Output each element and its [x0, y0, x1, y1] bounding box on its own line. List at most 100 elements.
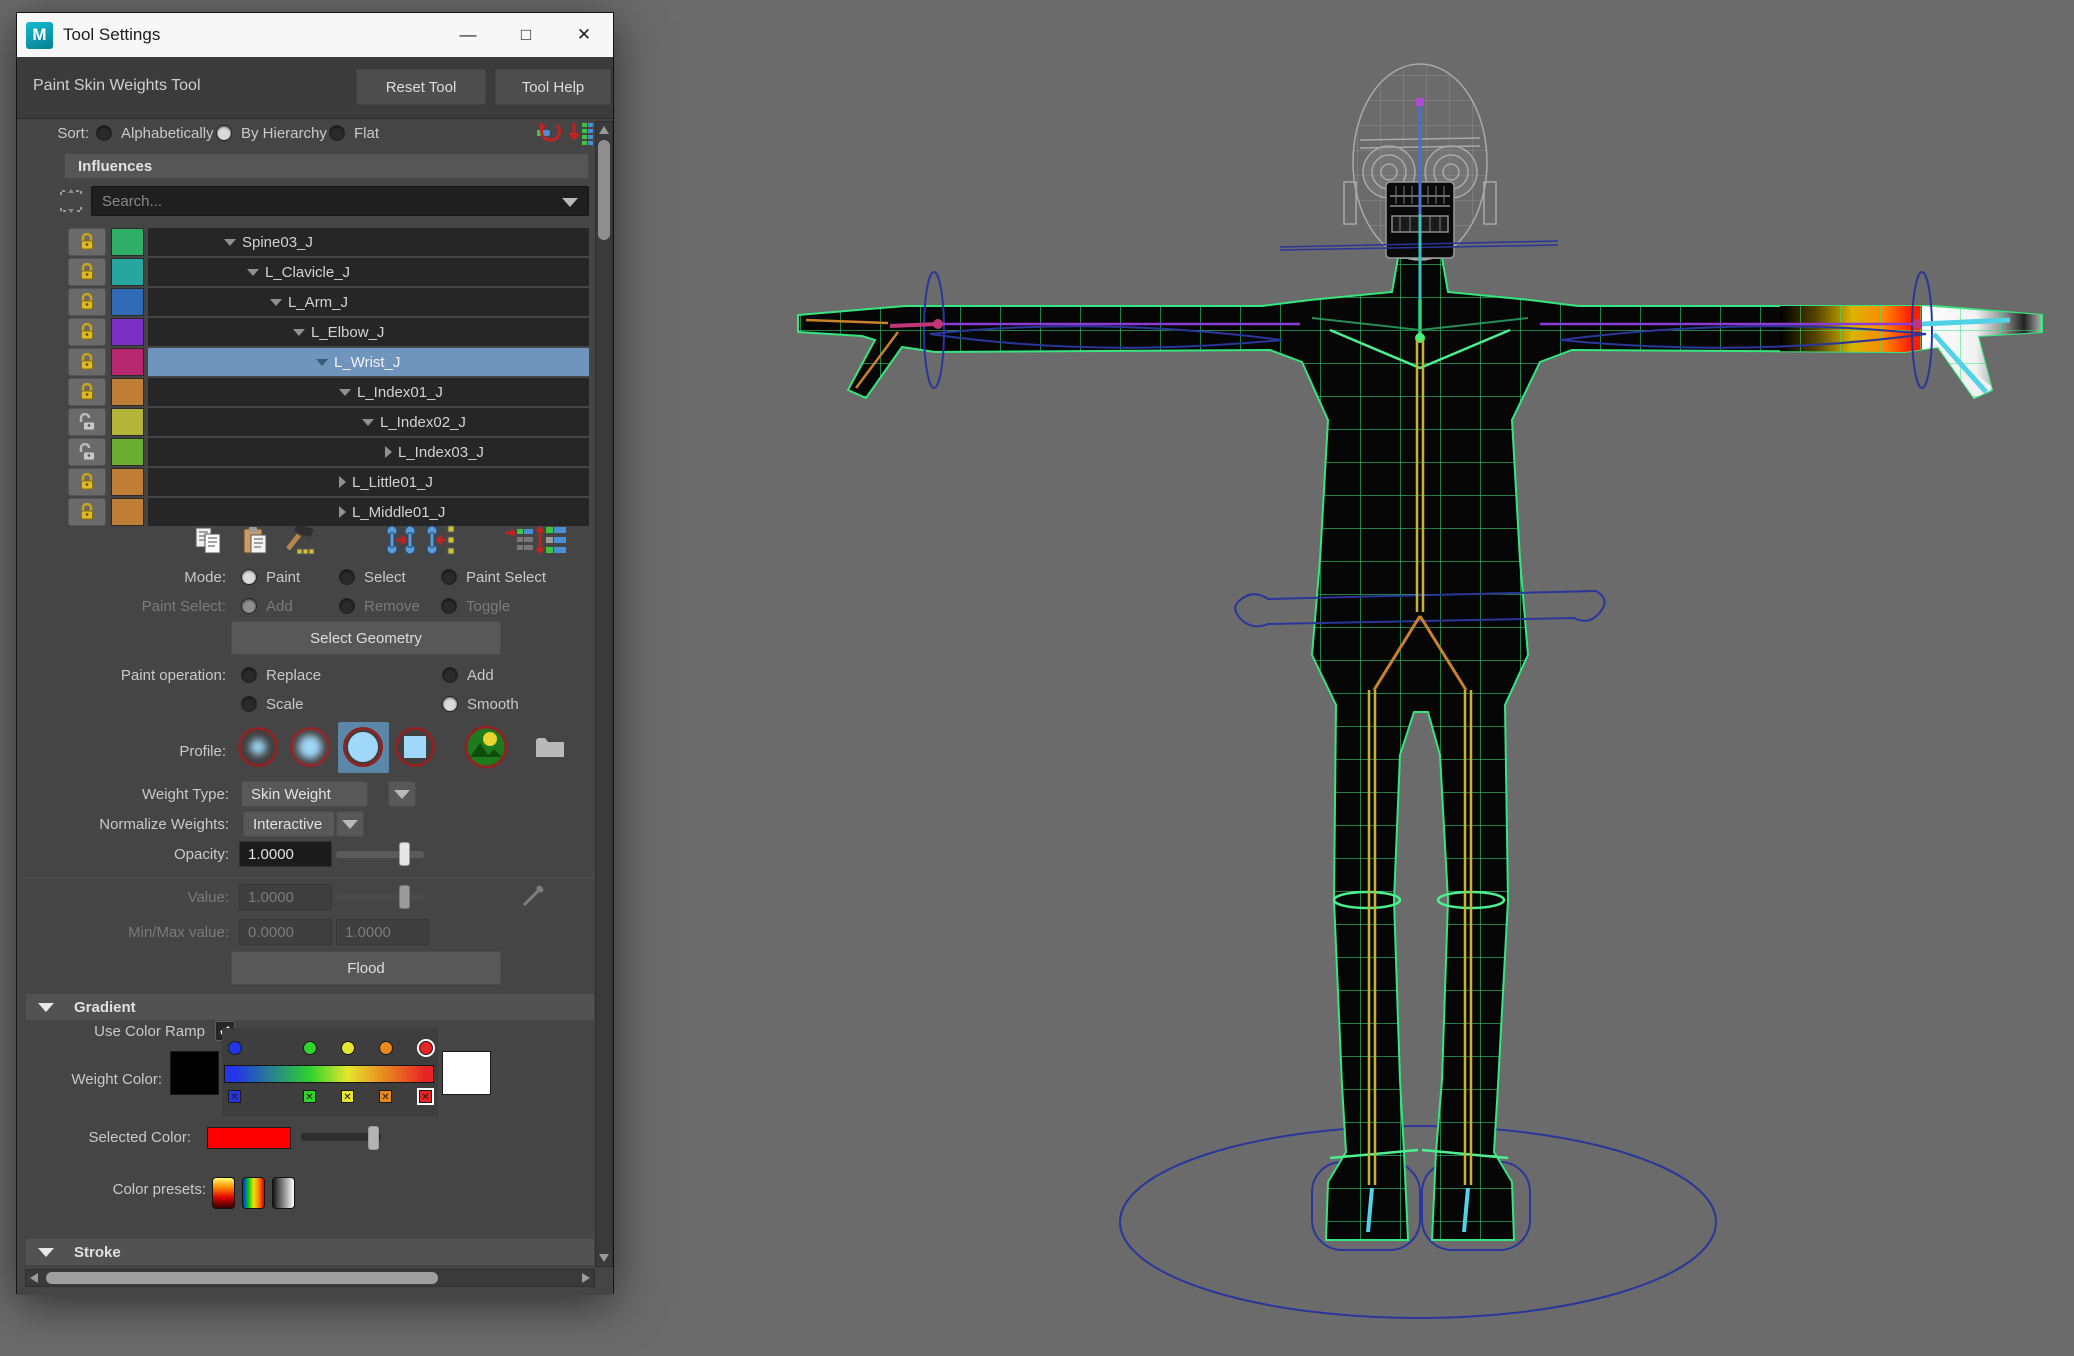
influence-name-cell[interactable]: L_Index03_J	[148, 438, 589, 466]
normalize-weights-dropdown-button[interactable]	[336, 811, 364, 837]
influence-lock-button-locked[interactable]	[68, 258, 106, 286]
opacity-input[interactable]	[239, 841, 332, 867]
influence-lock-button-locked[interactable]	[68, 318, 106, 346]
influence-color-swatch[interactable]	[111, 348, 144, 376]
mode-option-paint-select[interactable]: Paint Select	[441, 566, 546, 588]
mode-option-select[interactable]: Select	[339, 566, 406, 588]
ramp-stop-interp-box[interactable]: ✕	[228, 1090, 241, 1103]
radio-unselected-icon[interactable]	[329, 125, 345, 141]
influence-lock-button-locked[interactable]	[68, 348, 106, 376]
color-preset-grayscale[interactable]	[272, 1177, 295, 1209]
influence-name-cell[interactable]: L_Middle01_J	[148, 498, 589, 526]
ramp-stop-interp-box[interactable]: ✕	[341, 1090, 354, 1103]
ramp-stop-handle[interactable]	[341, 1041, 355, 1055]
radio-unselected-icon[interactable]	[442, 667, 458, 683]
sort-option-by-hierarchy[interactable]: By Hierarchy	[216, 122, 327, 144]
influence-row-L_Little01_J[interactable]: L_Little01_J	[64, 468, 589, 496]
influence-lock-button-locked[interactable]	[68, 378, 106, 406]
influence-color-swatch[interactable]	[111, 258, 144, 286]
weight-type-dropdown-button[interactable]	[388, 781, 416, 807]
influence-color-swatch[interactable]	[111, 408, 144, 436]
ramp-stop-handle-selected[interactable]	[419, 1041, 433, 1055]
copy-influence-icon[interactable]	[194, 526, 224, 554]
ramp-start-color-swatch[interactable]	[170, 1051, 219, 1095]
ramp-stop-interp-box[interactable]: ✕	[303, 1090, 316, 1103]
influence-row-L_Clavicle_J[interactable]: L_Clavicle_J	[64, 258, 589, 286]
radio-unselected-icon[interactable]	[241, 667, 257, 683]
paste-influence-icon[interactable]	[241, 526, 269, 554]
ramp-end-color-swatch[interactable]	[442, 1051, 491, 1095]
radio-unselected-icon[interactable]	[241, 696, 257, 712]
influence-row-L_Index01_J[interactable]: L_Index01_J	[64, 378, 589, 406]
influence-row-L_Middle01_J[interactable]: L_Middle01_J	[64, 498, 589, 526]
collapse-triangle-icon[interactable]	[339, 476, 346, 488]
selected-color-swatch[interactable]	[207, 1127, 291, 1149]
brush-profile-image[interactable]	[464, 725, 508, 769]
reset-tool-button[interactable]: Reset Tool	[356, 69, 486, 105]
radio-unselected-icon[interactable]	[441, 569, 457, 585]
paint_operation-option-smooth[interactable]: Smooth	[442, 693, 519, 715]
influence-lock-button-unlocked[interactable]	[68, 408, 106, 436]
sort-option-alphabetically[interactable]: Alphabetically	[96, 122, 214, 144]
expand-triangle-icon[interactable]	[224, 238, 236, 246]
horizontal-scrollbar[interactable]	[25, 1269, 595, 1287]
ground-control-circle[interactable]	[1119, 1125, 1717, 1319]
search-dropdown-icon[interactable]	[562, 198, 578, 207]
influence-row-L_Elbow_J[interactable]: L_Elbow_J	[64, 318, 589, 346]
influence-lock-button-locked[interactable]	[68, 228, 106, 256]
influence-row-Spine03_J[interactable]: Spine03_J	[64, 228, 589, 256]
influence-color-swatch[interactable]	[111, 378, 144, 406]
radio-selected-icon[interactable]	[216, 125, 232, 141]
character-mesh[interactable]	[790, 250, 2050, 1250]
vertical-scrollbar[interactable]	[595, 121, 613, 1267]
brush-profile-solid[interactable]	[343, 727, 383, 767]
radio-selected-icon[interactable]	[241, 569, 257, 585]
scroll-right-icon[interactable]	[582, 1273, 590, 1283]
flood-button[interactable]: Flood	[231, 951, 501, 985]
refresh-influences-icon[interactable]	[536, 121, 564, 147]
ramp-stop-handle[interactable]	[228, 1041, 242, 1055]
expand-triangle-icon[interactable]	[362, 418, 374, 426]
influence-row-L_Arm_J[interactable]: L_Arm_J	[64, 288, 589, 316]
weight-type-dropdown[interactable]: Skin Weight	[241, 781, 368, 807]
expand-triangle-icon[interactable]	[316, 358, 328, 366]
brush-profile-square[interactable]	[395, 727, 435, 767]
influence-name-cell[interactable]: Spine03_J	[148, 228, 589, 256]
tool-help-button[interactable]: Tool Help	[495, 69, 611, 105]
influence-name-cell[interactable]: L_Little01_J	[148, 468, 589, 496]
scroll-left-icon[interactable]	[30, 1273, 38, 1283]
expand-triangle-icon[interactable]	[270, 298, 282, 306]
selected-color-slider-handle[interactable]	[368, 1126, 379, 1150]
opacity-slider-track[interactable]	[336, 851, 424, 858]
influence-row-L_Wrist_J[interactable]: L_Wrist_J	[64, 348, 589, 376]
gradient-section-header[interactable]: Gradient	[25, 993, 595, 1021]
influence-color-swatch[interactable]	[111, 498, 144, 526]
normalize-weights-dropdown[interactable]: Interactive	[243, 811, 335, 837]
radio-selected-icon[interactable]	[442, 696, 458, 712]
maximize-button[interactable]: □	[497, 13, 555, 57]
ramp-stop-interp-box[interactable]: ✕	[379, 1090, 392, 1103]
sort-influences-icon[interactable]	[568, 121, 594, 147]
stroke-section-header[interactable]: Stroke	[25, 1238, 595, 1266]
ramp-stop-interp-box-selected[interactable]: ✕	[419, 1090, 432, 1103]
search-input[interactable]	[100, 187, 530, 215]
influence-color-swatch[interactable]	[111, 468, 144, 496]
collapse-triangle-icon[interactable]	[339, 506, 346, 518]
sort-option-flat[interactable]: Flat	[329, 122, 379, 144]
marquee-select-icon[interactable]	[57, 187, 85, 215]
influence-color-swatch[interactable]	[111, 288, 144, 316]
color-preset-rainbow[interactable]	[242, 1177, 265, 1209]
minimize-button[interactable]: —	[439, 13, 497, 57]
influence-name-cell[interactable]: L_Index02_J	[148, 408, 589, 436]
influence-lock-button-locked[interactable]	[68, 498, 106, 526]
paint_operation-option-add[interactable]: Add	[442, 664, 494, 686]
ramp-stop-handle[interactable]	[303, 1041, 317, 1055]
mode-option-paint[interactable]: Paint	[241, 566, 300, 588]
browse-profile-folder-icon[interactable]	[534, 733, 566, 759]
color-ramp-bar[interactable]	[224, 1065, 434, 1083]
copy-vertex-weights-icon[interactable]	[425, 524, 457, 556]
vscroll-thumb[interactable]	[598, 140, 610, 240]
move-influence-left-icon[interactable]	[504, 525, 534, 555]
paint_operation-option-replace[interactable]: Replace	[241, 664, 321, 686]
influence-lock-button-locked[interactable]	[68, 288, 106, 316]
